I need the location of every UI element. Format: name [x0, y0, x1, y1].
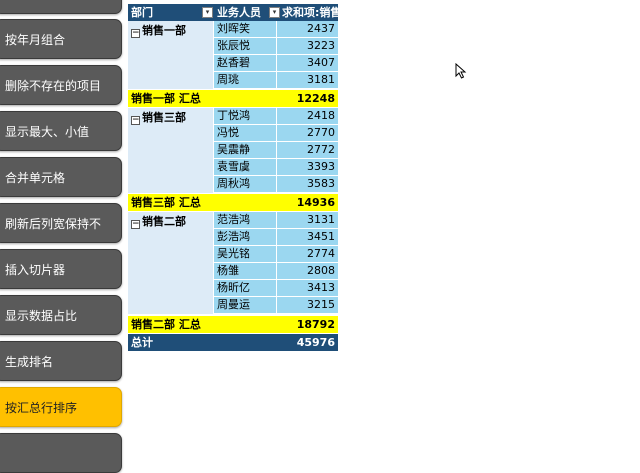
- person-name: 丁悦鸿: [217, 109, 250, 122]
- subtotal-value: 18792: [296, 318, 335, 331]
- subtotal-row-sales-1: 销售一部 汇总 12248: [128, 90, 338, 107]
- subtotal-row-sales-2: 销售二部 汇总 18792: [128, 316, 338, 333]
- sales-value: 3223: [307, 39, 335, 52]
- subtotal-row-sales-3: 销售三部 汇总 14936: [128, 194, 338, 211]
- collapse-icon[interactable]: −: [131, 220, 140, 229]
- macro-button-label: 生成排名: [5, 354, 54, 369]
- table-row: 杨昕亿 3413: [214, 280, 338, 297]
- macro-button-label: 删除不存在的项目: [5, 78, 102, 93]
- table-row: 范浩鸿 3131: [214, 212, 338, 229]
- sales-value: 2772: [307, 143, 335, 156]
- group-name: 销售三部: [142, 111, 186, 124]
- macro-button-insert-slicer[interactable]: 插入切片器: [0, 249, 122, 289]
- subtotal-label: 销售一部 汇总: [131, 92, 201, 105]
- collapse-icon[interactable]: −: [131, 116, 140, 125]
- person-name: 周秋鸿: [217, 177, 250, 190]
- table-row: 周曼运 3215: [214, 297, 338, 314]
- table-row: 冯悦 2770: [214, 125, 338, 142]
- person-name: 吴光铭: [217, 247, 250, 260]
- sales-value: 2418: [307, 109, 335, 122]
- mouse-pointer-icon: [455, 63, 467, 79]
- macro-button-panel: 按年月组合 删除不存在的项目 显示最大、小值 合并单元格 刷新后列宽保持不 插入…: [0, 0, 124, 473]
- person-filter-dropdown-icon[interactable]: ▾: [269, 7, 280, 18]
- macro-button-label: 按汇总行排序: [5, 400, 78, 415]
- sales-value: 3393: [307, 160, 335, 173]
- macro-button-keep-column-width[interactable]: 刷新后列宽保持不: [0, 203, 122, 243]
- table-row: 周珧 3181: [214, 72, 338, 89]
- person-name: 赵香碧: [217, 56, 250, 69]
- macro-button-label: 刷新后列宽保持不: [5, 216, 102, 231]
- sales-value: 3583: [307, 177, 335, 190]
- macro-button-show-percentage[interactable]: 显示数据占比: [0, 295, 122, 335]
- pivot-header-row: 部门 ▾ 业务人员 ▾ 求和项:销售: [128, 4, 338, 21]
- person-name: 彭浩鸿: [217, 230, 250, 243]
- table-row: 彭浩鸿 3451: [214, 229, 338, 246]
- macro-button-label: 插入切片器: [5, 262, 66, 277]
- group-cell-sales-2: − 销售二部: [128, 212, 214, 314]
- sales-value: 2774: [307, 247, 335, 260]
- group-cell-sales-1: − 销售一部: [128, 21, 214, 89]
- macro-button-label: 按年月组合: [5, 32, 66, 47]
- sales-value: 3451: [307, 230, 335, 243]
- header-dept: 部门: [131, 6, 153, 19]
- dept-filter-dropdown-icon[interactable]: ▾: [202, 7, 213, 18]
- macro-button-0[interactable]: [0, 0, 122, 14]
- table-row: 刘晖笑 2437: [214, 21, 338, 38]
- grand-total-value: 45976: [296, 336, 335, 349]
- macro-button-generate-rank[interactable]: 生成排名: [0, 341, 122, 381]
- table-row: 吴光铭 2774: [214, 246, 338, 263]
- person-name: 杨昕亿: [217, 281, 250, 294]
- macro-button-sort-by-total[interactable]: 按汇总行排序: [0, 387, 122, 427]
- header-sum: 求和项:销售: [282, 6, 338, 19]
- group-name: 销售二部: [142, 215, 186, 228]
- person-name: 周曼运: [217, 298, 250, 311]
- table-row: 杨雏 2808: [214, 263, 338, 280]
- subtotal-value: 14936: [296, 196, 335, 209]
- table-row: 袁雪虞 3393: [214, 159, 338, 176]
- person-name: 张辰悦: [217, 39, 250, 52]
- person-name: 周珧: [217, 73, 239, 86]
- sales-value: 3131: [307, 213, 335, 226]
- person-name: 吴震静: [217, 143, 250, 156]
- table-row: 周秋鸿 3583: [214, 176, 338, 193]
- header-person: 业务人员: [217, 6, 261, 19]
- macro-button-show-max-min[interactable]: 显示最大、小值: [0, 111, 122, 151]
- pivot-table: 部门 ▾ 业务人员 ▾ 求和项:销售 − 销售一部 刘晖笑 2437 张辰悦 3223…: [128, 4, 338, 352]
- group-name: 销售一部: [142, 24, 186, 37]
- person-name: 冯悦: [217, 126, 239, 139]
- person-name: 杨雏: [217, 264, 239, 277]
- subtotal-label: 销售二部 汇总: [131, 318, 201, 331]
- macro-button-label: 合并单元格: [5, 170, 66, 185]
- sales-value: 2808: [307, 264, 335, 277]
- sales-value: 3215: [307, 298, 335, 311]
- macro-button-label: 显示最大、小值: [5, 124, 90, 139]
- macro-button-merge-cells[interactable]: 合并单元格: [0, 157, 122, 197]
- sales-value: 2437: [307, 22, 335, 35]
- group-cell-sales-3: − 销售三部: [128, 108, 214, 193]
- grand-total-label: 总计: [131, 336, 153, 349]
- subtotal-value: 12248: [296, 92, 335, 105]
- table-row: 吴震静 2772: [214, 142, 338, 159]
- macro-button-delete-missing-items[interactable]: 删除不存在的项目: [0, 65, 122, 105]
- subtotal-label: 销售三部 汇总: [131, 196, 201, 209]
- macro-button-10[interactable]: [0, 433, 122, 473]
- macro-button-label: 显示数据占比: [5, 308, 78, 323]
- sales-value: 3407: [307, 56, 335, 69]
- collapse-icon[interactable]: −: [131, 29, 140, 38]
- grand-total-row: 总计 45976: [128, 334, 338, 351]
- macro-button-group-by-year-month[interactable]: 按年月组合: [0, 19, 122, 59]
- person-name: 范浩鸿: [217, 213, 250, 226]
- table-row: 张辰悦 3223: [214, 38, 338, 55]
- sales-value: 3181: [307, 73, 335, 86]
- table-row: 丁悦鸿 2418: [214, 108, 338, 125]
- person-name: 袁雪虞: [217, 160, 250, 173]
- sales-value: 3413: [307, 281, 335, 294]
- table-row: 赵香碧 3407: [214, 55, 338, 72]
- person-name: 刘晖笑: [217, 22, 250, 35]
- sales-value: 2770: [307, 126, 335, 139]
